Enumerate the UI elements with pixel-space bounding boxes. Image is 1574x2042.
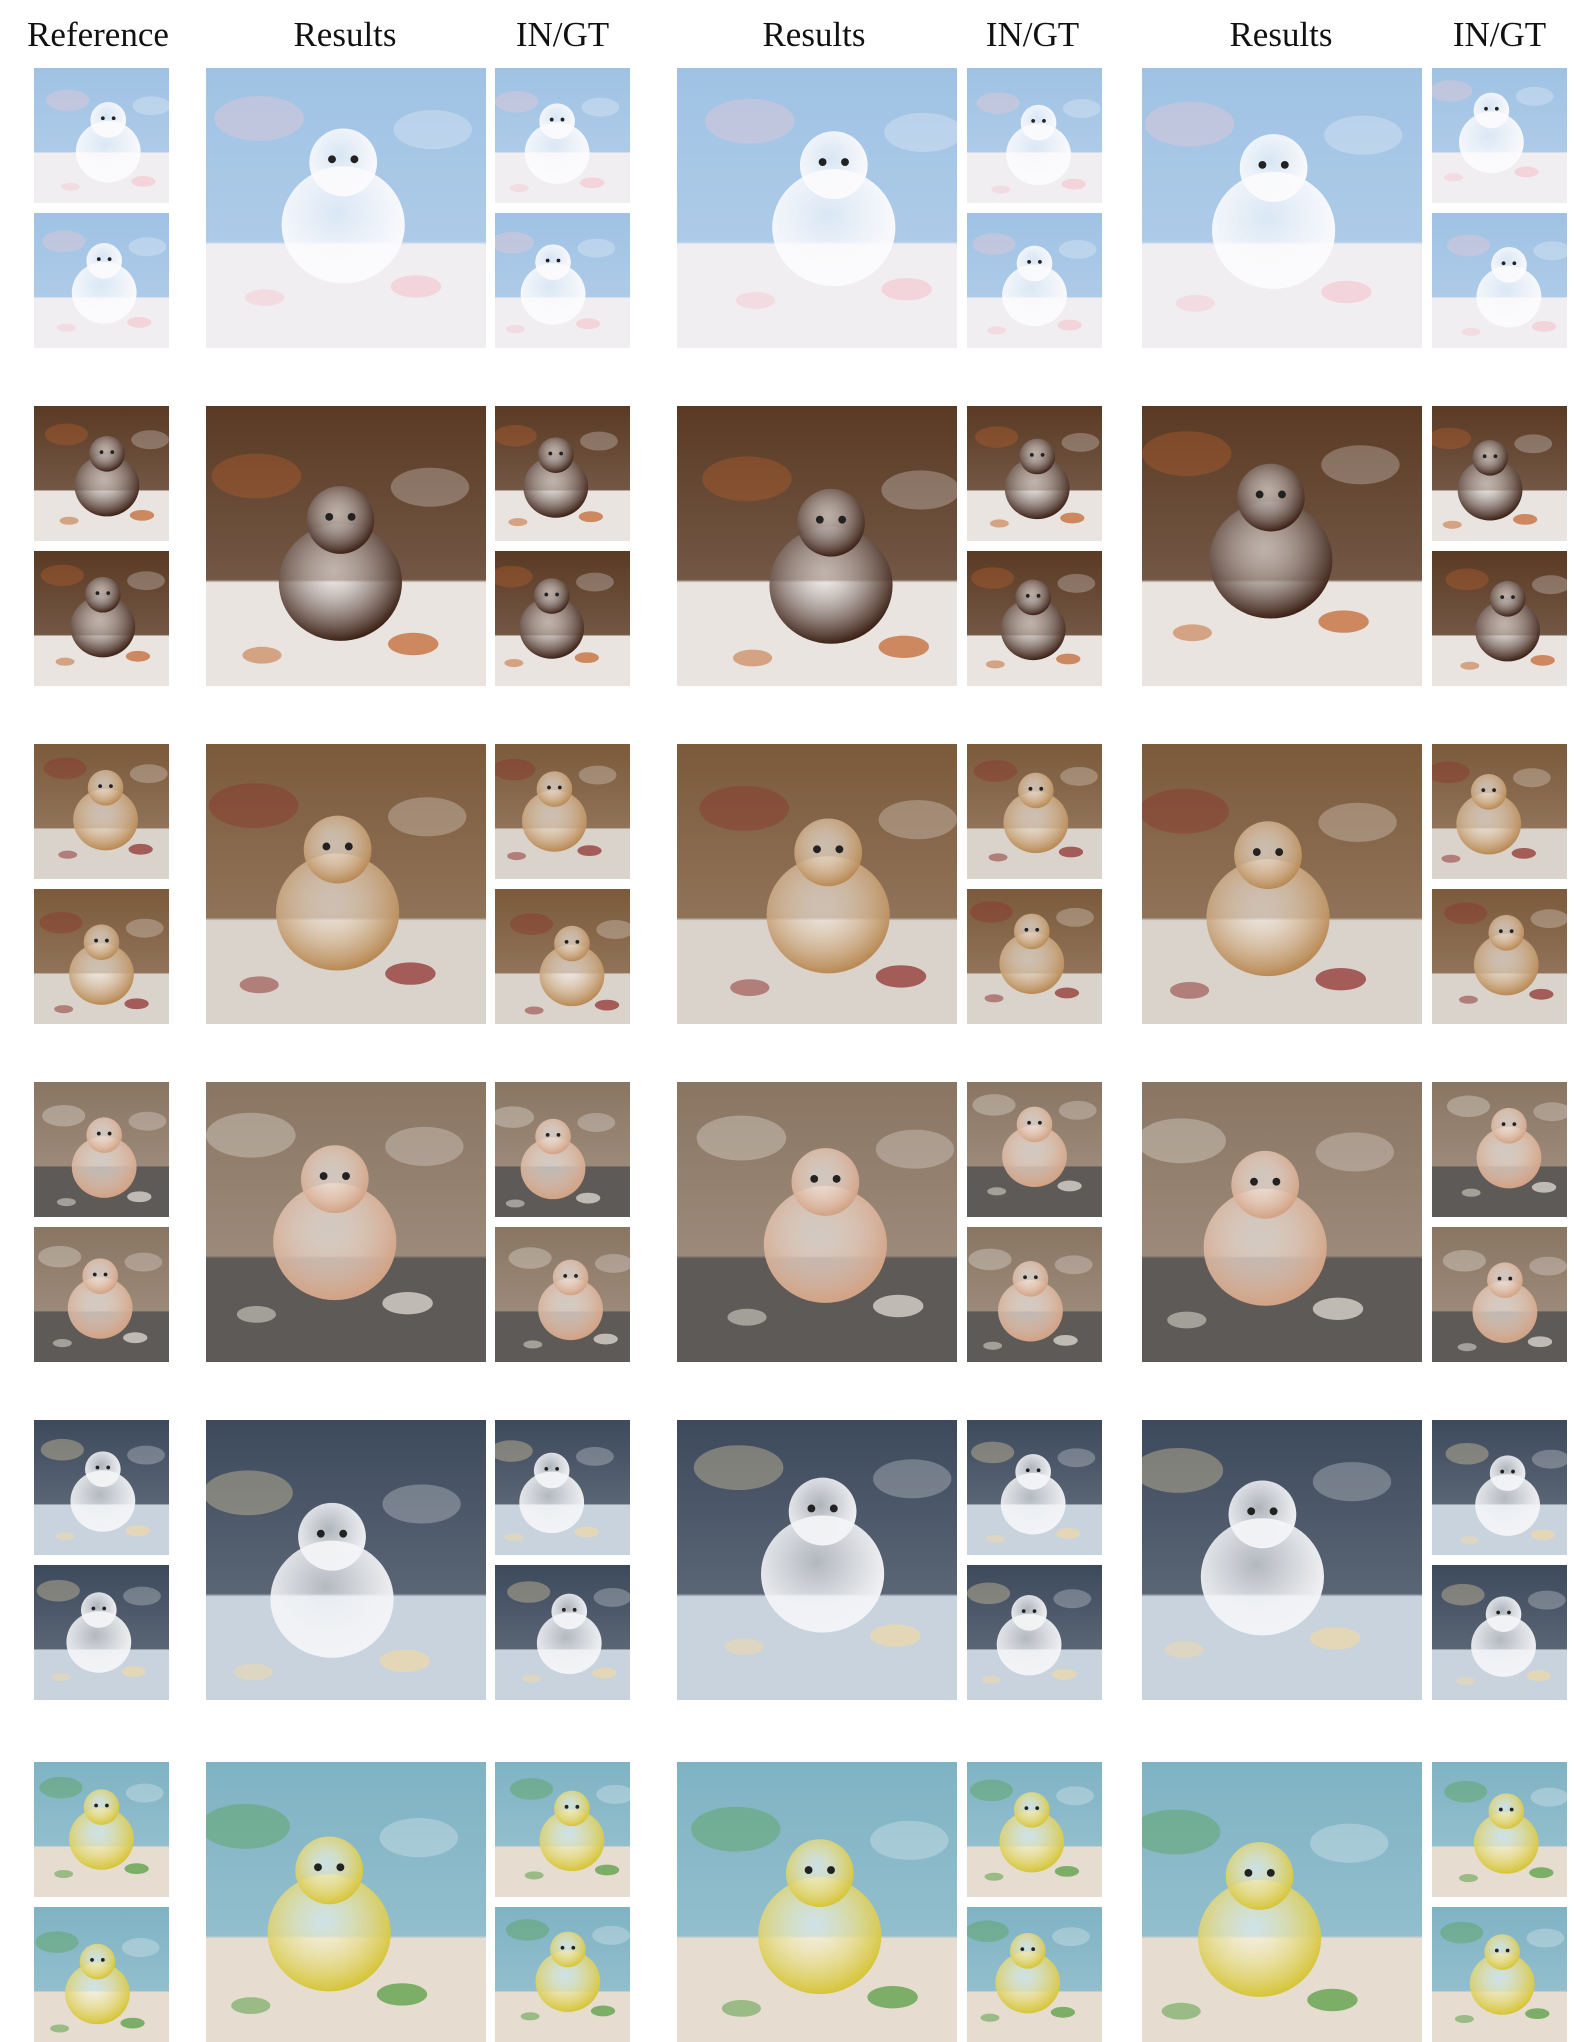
reference-image-row2-2 xyxy=(34,551,169,686)
ingt-image-row2-group3-1 xyxy=(1432,406,1567,541)
reference-image-row1-1 xyxy=(34,68,169,203)
ingt-image-row3-group2-2 xyxy=(967,889,1102,1024)
ingt-image-row6-group1-2 xyxy=(495,1907,630,2042)
ingt-image-row1-group3-2 xyxy=(1432,213,1567,348)
ingt-image-row3-group1-1 xyxy=(495,744,630,879)
reference-image-row3-1 xyxy=(34,744,169,879)
result-image-row4-group2 xyxy=(677,1082,957,1362)
ingt-image-row4-group2-2 xyxy=(967,1227,1102,1362)
reference-image-row6-2 xyxy=(34,1907,169,2042)
result-image-row5-group2 xyxy=(677,1420,957,1700)
result-image-row6-group1 xyxy=(206,1762,486,2042)
ingt-image-row3-group1-2 xyxy=(495,889,630,1024)
ingt-image-row1-group2-1 xyxy=(967,68,1102,203)
ingt-image-row1-group1-2 xyxy=(495,213,630,348)
result-image-row4-group3 xyxy=(1142,1082,1422,1362)
reference-image-row4-1 xyxy=(34,1082,169,1217)
reference-image-row6-1 xyxy=(34,1762,169,1897)
reference-image-row5-1 xyxy=(34,1420,169,1555)
result-image-row6-group2 xyxy=(677,1762,957,2042)
ingt-image-row3-group3-1 xyxy=(1432,744,1567,879)
ingt-image-row5-group3-2 xyxy=(1432,1565,1567,1700)
header-ingt-2: IN/GT xyxy=(985,15,1080,54)
ingt-image-row5-group1-2 xyxy=(495,1565,630,1700)
ingt-image-row1-group1-1 xyxy=(495,68,630,203)
reference-image-row2-1 xyxy=(34,406,169,541)
ingt-image-row4-group2-1 xyxy=(967,1082,1102,1217)
ingt-image-row2-group2-1 xyxy=(967,406,1102,541)
ingt-image-row5-group1-1 xyxy=(495,1420,630,1555)
ingt-image-row2-group3-2 xyxy=(1432,551,1567,686)
result-image-row1-group3 xyxy=(1142,68,1422,348)
result-image-row4-group1 xyxy=(206,1082,486,1362)
ingt-image-row6-group3-1 xyxy=(1432,1762,1567,1897)
result-image-row5-group3 xyxy=(1142,1420,1422,1700)
result-image-row5-group1 xyxy=(206,1420,486,1700)
result-image-row2-group1 xyxy=(206,406,486,686)
header-reference: Reference xyxy=(27,15,169,54)
header-ingt-1: IN/GT xyxy=(515,15,610,54)
ingt-image-row6-group2-2 xyxy=(967,1907,1102,2042)
header-results-2: Results xyxy=(762,15,866,54)
ingt-image-row6-group1-1 xyxy=(495,1762,630,1897)
result-image-row3-group1 xyxy=(206,744,486,1024)
header-results-3: Results xyxy=(1229,15,1333,54)
ingt-image-row4-group3-2 xyxy=(1432,1227,1567,1362)
reference-image-row1-2 xyxy=(34,213,169,348)
ingt-image-row3-group2-1 xyxy=(967,744,1102,879)
ingt-image-row1-group3-1 xyxy=(1432,68,1567,203)
ingt-image-row4-group3-1 xyxy=(1432,1082,1567,1217)
ingt-image-row4-group1-2 xyxy=(495,1227,630,1362)
result-image-row1-group2 xyxy=(677,68,957,348)
ingt-image-row6-group3-2 xyxy=(1432,1907,1567,2042)
ingt-image-row2-group1-2 xyxy=(495,551,630,686)
reference-image-row3-2 xyxy=(34,889,169,1024)
result-image-row1-group1 xyxy=(206,68,486,348)
header-results-1: Results xyxy=(293,15,397,54)
ingt-image-row5-group2-2 xyxy=(967,1565,1102,1700)
ingt-image-row5-group2-1 xyxy=(967,1420,1102,1555)
result-image-row2-group2 xyxy=(677,406,957,686)
header-ingt-3: IN/GT xyxy=(1452,15,1547,54)
reference-image-row4-2 xyxy=(34,1227,169,1362)
ingt-image-row4-group1-1 xyxy=(495,1082,630,1217)
ingt-image-row5-group3-1 xyxy=(1432,1420,1567,1555)
ingt-image-row1-group2-2 xyxy=(967,213,1102,348)
result-image-row6-group3 xyxy=(1142,1762,1422,2042)
result-image-row2-group3 xyxy=(1142,406,1422,686)
ingt-image-row6-group2-1 xyxy=(967,1762,1102,1897)
ingt-image-row2-group2-2 xyxy=(967,551,1102,686)
reference-image-row5-2 xyxy=(34,1565,169,1700)
ingt-image-row3-group3-2 xyxy=(1432,889,1567,1024)
result-image-row3-group3 xyxy=(1142,744,1422,1024)
result-image-row3-group2 xyxy=(677,744,957,1024)
ingt-image-row2-group1-1 xyxy=(495,406,630,541)
